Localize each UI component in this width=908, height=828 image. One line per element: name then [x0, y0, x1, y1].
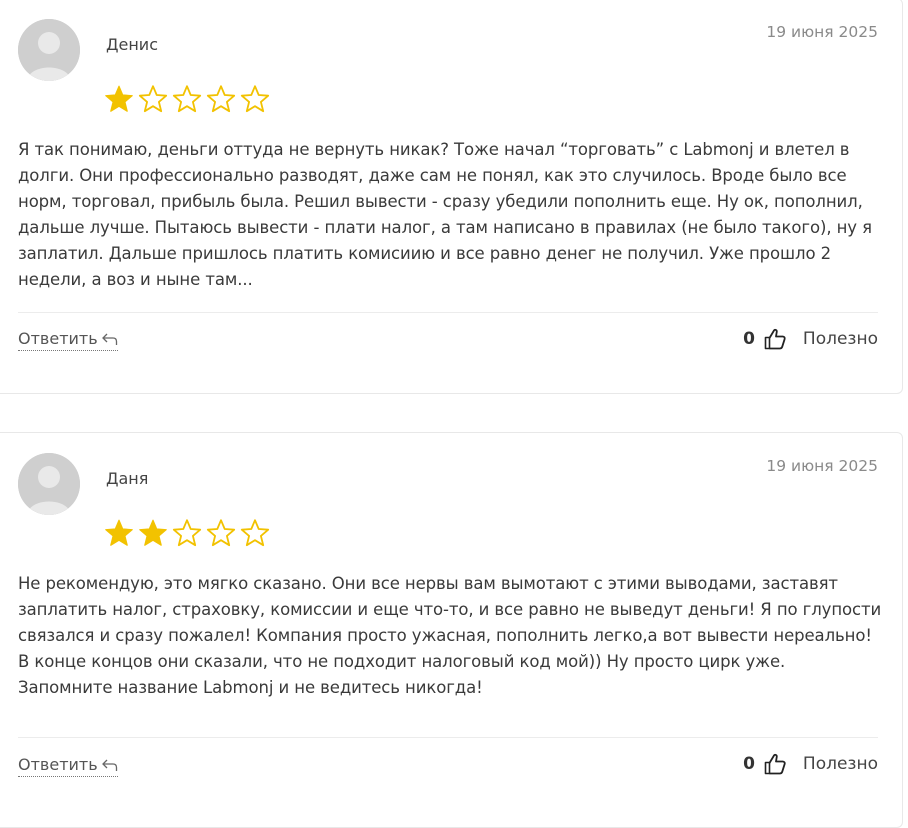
avatar	[18, 19, 80, 81]
star-filled-icon	[105, 519, 133, 546]
thumbs-up-icon	[764, 753, 786, 775]
reply-button[interactable]: Ответить	[18, 329, 118, 351]
review-date: 19 июня 2025	[766, 23, 878, 41]
star-empty-icon	[206, 519, 236, 547]
thumbs-up-icon	[764, 328, 786, 350]
review-text: Я так понимаю, деньги оттуда не вернуть …	[18, 140, 872, 289]
star-filled-icon	[139, 519, 167, 546]
user-silhouette-icon	[18, 453, 80, 515]
helpful-label: Полезно	[802, 754, 878, 774]
star-empty-icon	[240, 519, 270, 547]
star-empty-icon	[172, 519, 202, 547]
reply-label: Ответить	[18, 755, 98, 774]
reply-arrow-icon	[101, 333, 117, 345]
review-date: 19 июня 2025	[766, 457, 878, 475]
review-card: Денис 19 июня 2025 Я так понимаю, деньги…	[0, 0, 903, 394]
avatar	[18, 453, 80, 515]
review-card: Даня 19 июня 2025 Не рекомендую, это мяг…	[0, 432, 903, 828]
review-author: Денис	[106, 35, 158, 54]
star-empty-icon	[172, 85, 202, 113]
star-rating	[104, 84, 270, 114]
divider	[18, 312, 878, 313]
helpful-count: 0	[743, 329, 755, 349]
review-author: Даня	[106, 469, 149, 488]
helpful-count: 0	[743, 754, 755, 774]
divider	[18, 737, 878, 738]
star-rating	[104, 518, 270, 548]
reply-arrow-icon	[101, 759, 117, 771]
star-empty-icon	[138, 85, 168, 113]
helpful-button[interactable]: 0 Полезно	[743, 752, 878, 776]
review-text: Не рекомендую, это мягко сказано. Они вс…	[18, 574, 882, 697]
star-empty-icon	[240, 85, 270, 113]
reply-label: Ответить	[18, 329, 98, 348]
star-empty-icon	[206, 85, 236, 113]
user-silhouette-icon	[18, 19, 80, 81]
reply-button[interactable]: Ответить	[18, 755, 118, 777]
helpful-label: Полезно	[802, 329, 878, 349]
star-filled-icon	[105, 85, 133, 112]
helpful-button[interactable]: 0 Полезно	[743, 327, 878, 351]
